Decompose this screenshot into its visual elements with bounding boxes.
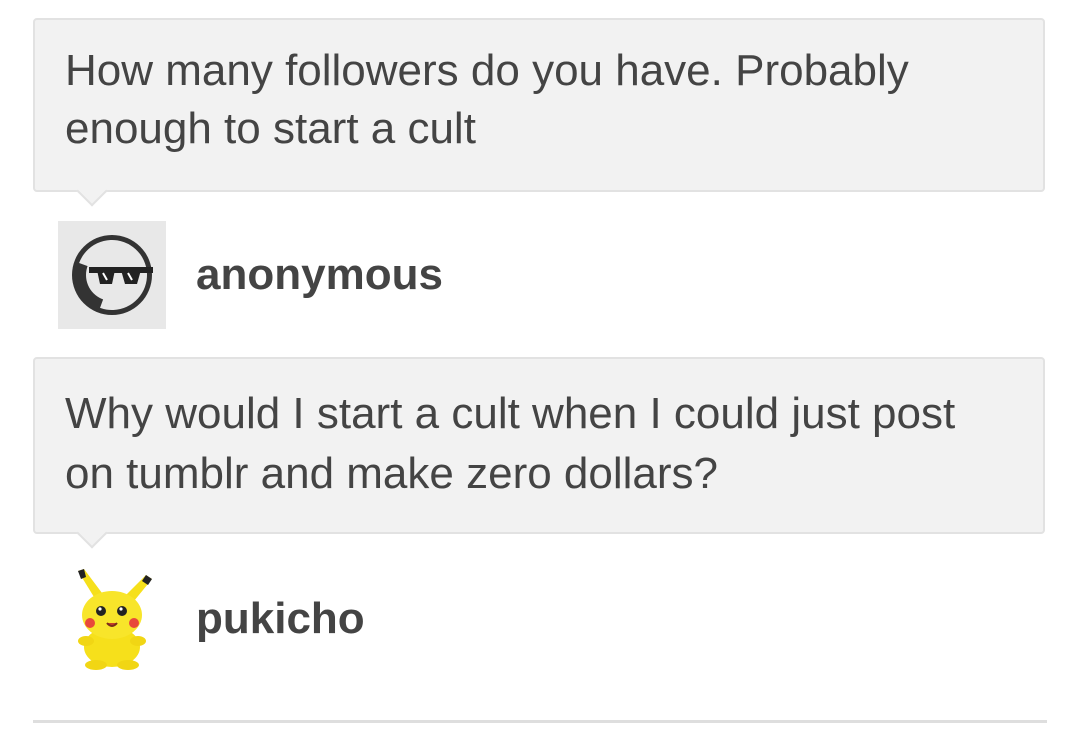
- pikachu-plush-icon: [78, 569, 152, 670]
- asker-name[interactable]: anonymous: [196, 250, 443, 300]
- post-divider: [33, 720, 1047, 723]
- question-text: How many followers do you have. Probably…: [65, 46, 909, 153]
- anonymous-sunglasses-icon: [72, 235, 153, 315]
- answer-text: Why would I start a cult when I could ju…: [65, 389, 956, 498]
- pukicho-avatar[interactable]: [58, 565, 166, 673]
- answerer-row: pukicho: [58, 565, 365, 673]
- answer-bubble: Why would I start a cult when I could ju…: [33, 357, 1045, 534]
- question-bubble: How many followers do you have. Probably…: [33, 18, 1045, 192]
- anonymous-avatar[interactable]: [58, 221, 166, 329]
- answerer-name[interactable]: pukicho: [196, 594, 365, 644]
- asker-row: anonymous: [58, 221, 443, 329]
